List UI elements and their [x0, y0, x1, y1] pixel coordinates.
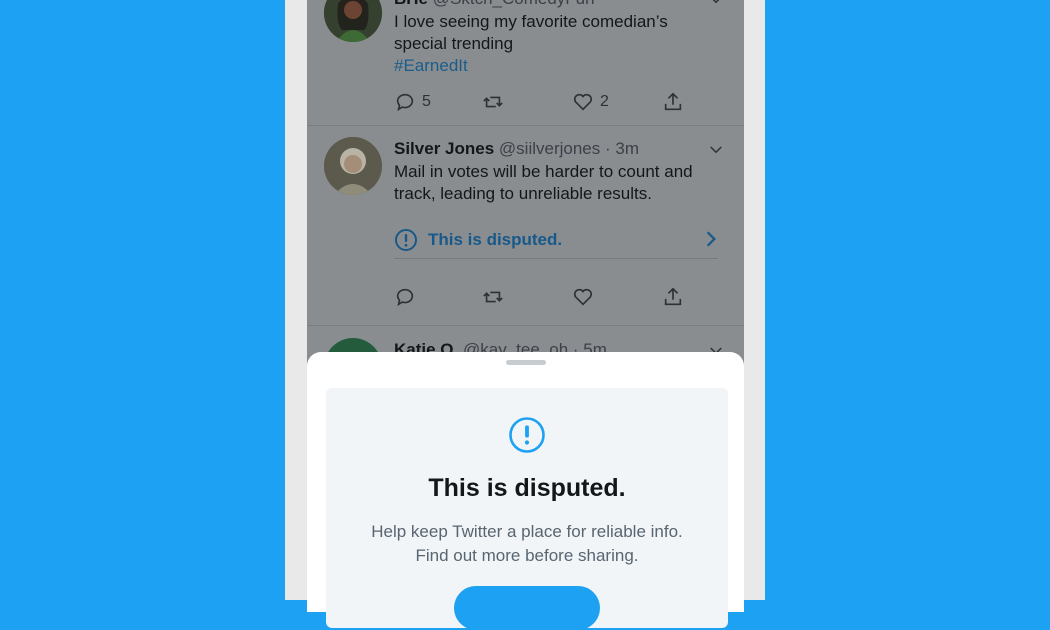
like-button[interactable] [572, 285, 594, 309]
sheet-drag-handle[interactable] [506, 360, 546, 365]
reply-count: 5 [422, 93, 431, 110]
retweet-icon [483, 291, 503, 303]
avatar[interactable] [324, 0, 382, 42]
disputed-card: This is disputed. Help keep Twitter a pl… [326, 388, 728, 630]
retweet-button[interactable] [482, 285, 504, 309]
hashtag-link[interactable]: #EarnedIt [394, 55, 734, 77]
alert-circle-icon [509, 417, 545, 453]
share-icon [664, 92, 682, 111]
sheet-title: This is disputed. [428, 474, 626, 502]
reply-button[interactable] [394, 285, 416, 309]
tweet-text: I love seeing my favorite comedian’s spe… [394, 11, 734, 77]
sheet-description: Help keep Twitter a place for reliable i… [371, 522, 683, 565]
tweet-1[interactable]: BHe @Sktch_ComedyFun I love seeing my fa… [307, 0, 744, 126]
caret-down-icon[interactable] [710, 144, 722, 156]
chevron-right-icon [706, 231, 716, 247]
tweet-handle: @siilverjones · 3m [498, 139, 639, 158]
caret-down-icon[interactable] [710, 0, 722, 6]
avatar[interactable] [324, 137, 382, 195]
reply-button[interactable]: 5 [394, 90, 431, 114]
retweet-icon [483, 96, 503, 108]
share-icon [664, 287, 682, 306]
tweet-2[interactable]: Silver Jones @siilverjones · 3m Mail in … [307, 125, 744, 326]
share-button[interactable] [662, 90, 684, 114]
disputed-label: This is disputed. [428, 230, 563, 249]
share-button[interactable] [662, 285, 684, 309]
like-icon [573, 93, 593, 111]
retweet-button[interactable] [482, 90, 504, 114]
tweet-author[interactable]: Silver Jones @siilverjones · 3m [394, 139, 639, 159]
disputed-notice[interactable]: This is disputed. [394, 222, 718, 259]
like-count: 2 [600, 93, 609, 110]
like-button[interactable]: 2 [572, 90, 609, 114]
phone-frame: BHe @Sktch_ComedyFun I love seeing my fa… [285, 0, 765, 630]
tweet-author[interactable]: BHe @Sktch_ComedyFun [394, 0, 595, 9]
like-icon [573, 288, 593, 306]
find-out-more-button[interactable] [454, 586, 600, 630]
tweet-actions: 5 2 [394, 90, 694, 114]
reply-icon [396, 93, 414, 112]
alert-circle-icon [395, 229, 417, 251]
reply-icon [396, 288, 414, 307]
tweet-handle: @Sktch_ComedyFun [433, 0, 595, 8]
disputed-bottom-sheet: This is disputed. Help keep Twitter a pl… [307, 352, 744, 630]
tweet-text: Mail in votes will be harder to count an… [394, 162, 693, 203]
tweet-actions [394, 285, 694, 309]
